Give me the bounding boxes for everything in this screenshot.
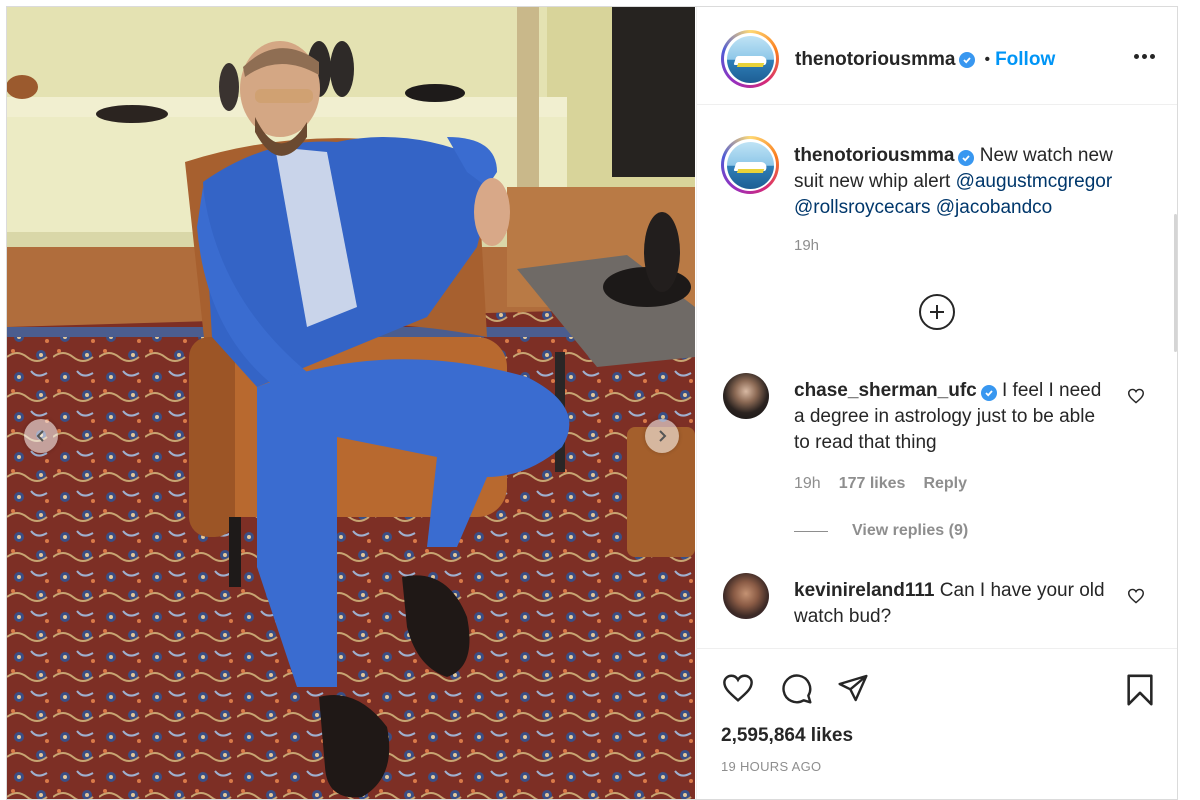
comment-time[interactable]: 19h	[794, 475, 821, 493]
comment-item: kevinireland111 Can I have your old watc…	[794, 578, 1114, 630]
carousel-prev-button[interactable]	[24, 419, 58, 453]
post-photo[interactable]	[7, 7, 695, 799]
view-replies-button[interactable]: View replies (9)	[794, 522, 968, 540]
reply-button[interactable]: Reply	[923, 475, 967, 493]
caption-author-avatar[interactable]	[721, 136, 779, 194]
bookmark-icon[interactable]	[1125, 673, 1155, 707]
comment-icon[interactable]	[781, 673, 813, 705]
comment-item: chase_sherman_ufc I feel I need a degree…	[794, 378, 1114, 456]
caption-username[interactable]: thenotoriousmma	[794, 145, 954, 166]
carousel-next-button[interactable]	[645, 419, 679, 453]
post-header: thenotoriousmma • Follow	[697, 7, 1177, 105]
comment-like-icon[interactable]	[1127, 588, 1145, 604]
commenter-avatar[interactable]	[723, 373, 769, 419]
mention-link[interactable]: @rollsroycecars	[794, 197, 930, 218]
comment-like-icon[interactable]	[1127, 388, 1145, 404]
author-avatar[interactable]	[721, 30, 779, 88]
comment-meta: 19h 177 likes Reply	[794, 475, 967, 493]
caption-text: thenotoriousmma New watch new suit new w…	[794, 143, 1134, 221]
divider-line	[794, 530, 828, 532]
instagram-post: thenotoriousmma • Follow thenotoriousmma…	[6, 6, 1178, 800]
photo-illustration	[7, 7, 695, 799]
chevron-right-icon	[659, 430, 667, 442]
verified-badge-icon	[980, 385, 997, 401]
post-side-panel: thenotoriousmma • Follow thenotoriousmma…	[696, 7, 1177, 799]
post-timestamp[interactable]: 19 HOURS AGO	[721, 759, 821, 774]
mention-link[interactable]: @jacobandco	[936, 197, 1052, 218]
load-more-comments-button[interactable]	[919, 294, 955, 330]
likes-count[interactable]: 2,595,864 likes	[721, 725, 853, 747]
mention-link[interactable]: @augustmcgregor	[956, 171, 1113, 192]
view-replies-label: View replies (9)	[852, 522, 969, 539]
comment-likes[interactable]: 177 likes	[839, 475, 906, 493]
more-icon[interactable]	[1134, 54, 1155, 59]
follow-button[interactable]: Follow	[995, 49, 1055, 71]
chevron-left-icon	[36, 430, 44, 442]
commenter-avatar[interactable]	[723, 573, 769, 619]
verified-badge-icon	[958, 150, 975, 166]
separator-dot: •	[984, 51, 991, 68]
author-username[interactable]: thenotoriousmma	[795, 49, 955, 71]
commenter-username[interactable]: chase_sherman_ufc	[794, 380, 977, 401]
comments-scrollbar[interactable]	[1174, 214, 1177, 352]
post-actions: 2,595,864 likes 19 HOURS AGO	[697, 648, 1177, 799]
verified-badge-icon	[959, 52, 976, 68]
plus-circle-icon	[930, 305, 944, 319]
caption-time[interactable]: 19h	[794, 237, 819, 254]
share-icon[interactable]	[837, 673, 869, 703]
comments-list[interactable]: thenotoriousmma New watch new suit new w…	[697, 106, 1177, 647]
commenter-username[interactable]: kevinireland111	[794, 580, 935, 601]
heart-icon[interactable]	[721, 673, 755, 703]
